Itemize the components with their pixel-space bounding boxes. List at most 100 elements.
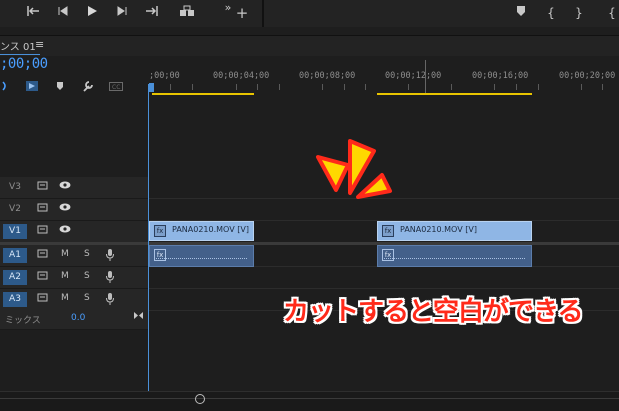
ruler-tick (538, 84, 539, 90)
ruler-tick (236, 84, 237, 90)
ruler-tick (170, 84, 171, 90)
ruler-label: 00;00;20;00 (559, 71, 616, 81)
playhead-timecode[interactable]: ;00;00 (0, 56, 48, 72)
sync-lock-icon[interactable] (37, 181, 48, 193)
ruler-tick (494, 84, 495, 90)
fx-badge: fx (382, 225, 394, 237)
solo-button[interactable]: S (84, 271, 90, 281)
track-area-a2[interactable] (149, 267, 619, 289)
track-label[interactable]: V3 (3, 180, 27, 195)
out-brace-icon[interactable]: } (570, 5, 588, 21)
svg-text:CC: CC (112, 84, 120, 91)
microphone-icon[interactable] (106, 271, 114, 286)
transport-divider (262, 0, 264, 27)
ruler-tick (279, 84, 280, 90)
track-area-v1[interactable]: fx PANA0210.MOV [V] fx PANA0210.MOV [V] (149, 221, 619, 243)
ruler-label: 00;00;08;00 (299, 71, 356, 81)
ruler-tick (257, 84, 258, 90)
nest-icon[interactable] (2, 81, 8, 94)
annotation-caption: カットすると空白ができる (283, 297, 583, 327)
mute-button[interactable]: M (61, 249, 69, 259)
go-in-icon[interactable]: { (603, 5, 619, 21)
ruler-tick (192, 84, 193, 90)
add-icon[interactable]: + (233, 5, 251, 21)
play-icon[interactable] (83, 5, 101, 21)
step-back-icon[interactable] (54, 5, 72, 21)
video-clip[interactable]: fx PANA0210.MOV [V] (377, 221, 532, 241)
track-label[interactable]: A1 (3, 248, 27, 263)
sequence-tab-bar (0, 35, 619, 56)
track-header-a1: A1 M S (0, 245, 149, 267)
ruler-tick (451, 84, 452, 90)
sync-lock-icon[interactable] (37, 225, 48, 237)
active-tab-indicator (0, 54, 40, 55)
track-label[interactable]: A3 (3, 292, 27, 307)
solo-button[interactable]: S (84, 249, 90, 259)
emphasis-burst-icon (316, 139, 392, 199)
eye-icon[interactable] (59, 203, 71, 214)
snap-icon[interactable] (26, 81, 38, 94)
scroll-track (0, 398, 619, 399)
eye-icon[interactable] (59, 181, 71, 192)
audio-waveform (384, 258, 525, 262)
panel-menu-icon[interactable]: ≡ (35, 38, 44, 51)
mix-keyframe-icon[interactable] (133, 311, 144, 323)
ruler-label: ;00;00 (149, 71, 180, 81)
mix-volume-value[interactable]: 0.0 (71, 313, 85, 323)
in-brace-icon[interactable]: { (542, 5, 560, 21)
mute-button[interactable]: M (61, 293, 69, 303)
playhead-handle[interactable] (149, 83, 154, 92)
ruler-tick (408, 84, 409, 90)
eye-icon[interactable] (59, 225, 71, 236)
video-clip[interactable]: fx PANA0210.MOV [V] (149, 221, 254, 241)
sync-lock-icon[interactable] (37, 293, 48, 305)
ruler-hover-line (425, 60, 426, 95)
ruler-tick (516, 84, 517, 90)
track-label[interactable]: V2 (3, 202, 27, 217)
microphone-icon[interactable] (106, 293, 114, 308)
mark-in-icon[interactable] (25, 5, 43, 21)
clip-name: PANA0210.MOV [V] (400, 225, 477, 234)
audio-clip[interactable]: fx (149, 245, 254, 267)
sync-lock-icon[interactable] (37, 249, 48, 261)
mark-out-icon[interactable] (142, 5, 160, 21)
ruler-tick (344, 84, 345, 90)
ruler-tick (322, 84, 323, 90)
render-bar-segment (377, 93, 532, 95)
track-label[interactable]: A2 (3, 270, 27, 285)
solo-button[interactable]: S (84, 293, 90, 303)
sequence-tab[interactable]: ンス 01 (0, 38, 36, 53)
ruler-label: 00;00;16;00 (472, 71, 529, 81)
sync-lock-icon[interactable] (37, 271, 48, 283)
transport-bar: » + { } { (0, 0, 619, 27)
wrench-icon[interactable] (82, 81, 93, 95)
fx-badge: fx (154, 225, 166, 237)
step-forward-icon[interactable] (113, 5, 131, 21)
track-header-v2: V2 (0, 199, 149, 221)
playhead-line[interactable] (148, 84, 149, 392)
clip-name: PANA0210.MOV [V] (172, 225, 249, 234)
track-label[interactable]: V1 (3, 224, 27, 239)
render-bar-segment (152, 93, 254, 95)
audio-clip[interactable]: fx (377, 245, 532, 267)
sync-lock-icon[interactable] (37, 203, 48, 215)
ruler-tick (581, 84, 582, 90)
ruler-label: 00;00;12;00 (385, 71, 442, 81)
export-frame-icon[interactable] (178, 5, 196, 21)
mute-button[interactable]: M (61, 271, 69, 281)
track-area-a1[interactable]: fx fx (149, 245, 619, 267)
ruler-tick (365, 84, 366, 90)
microphone-icon[interactable] (106, 249, 114, 264)
mix-label: ミックス (5, 316, 41, 326)
track-header-v3: V3 (0, 177, 149, 199)
audio-waveform (156, 258, 247, 262)
track-header-a2: A2 M S (0, 267, 149, 289)
ruler-tick (602, 84, 603, 90)
track-header-v1: V1 (0, 221, 149, 243)
marker-icon[interactable] (512, 5, 530, 21)
horizontal-scrollbar[interactable] (0, 391, 619, 411)
captions-icon[interactable]: CC (109, 82, 123, 94)
scroll-handle[interactable] (195, 394, 205, 404)
ruler-label: 00;00;04;00 (213, 71, 270, 81)
add-marker-icon[interactable] (56, 81, 64, 94)
